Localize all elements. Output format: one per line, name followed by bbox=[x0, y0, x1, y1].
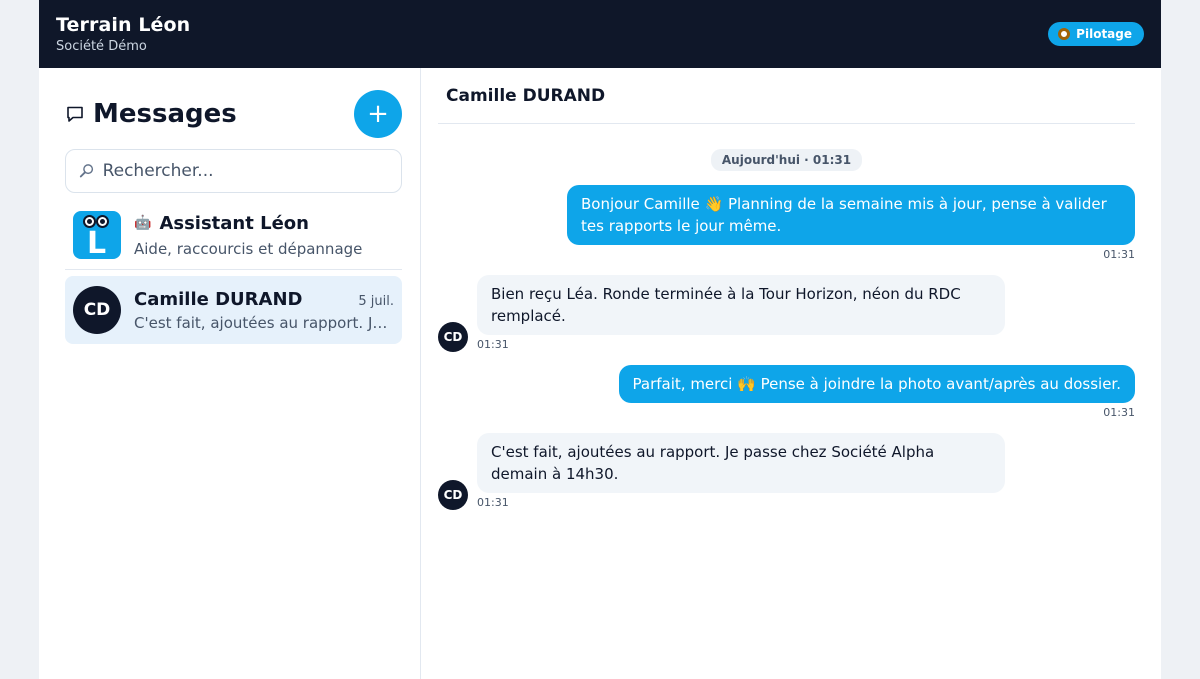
message-time: 01:31 bbox=[1103, 406, 1135, 419]
assistant-text: 🤖 Assistant Léon Aide, raccourcis et dép… bbox=[134, 213, 362, 258]
search-box[interactable] bbox=[65, 149, 402, 193]
message-bubble: C'est fait, ajoutées au rapport. Je pass… bbox=[477, 433, 1005, 493]
conversation-body: Camille DURAND 5 juil. C'est fait, ajout… bbox=[134, 289, 394, 332]
assistant-logo: L bbox=[73, 211, 121, 259]
avatar: CD bbox=[73, 286, 121, 334]
search-icon bbox=[79, 164, 94, 178]
assistant-name: Assistant Léon bbox=[159, 212, 309, 234]
chat-header: Camille DURAND bbox=[438, 68, 1135, 124]
main-area: Messages + L bbox=[39, 68, 1161, 679]
message-time: 01:31 bbox=[1103, 248, 1135, 261]
message-outgoing: Bonjour Camille 👋 Planning de la semaine… bbox=[438, 185, 1135, 261]
chat-contact-name: Camille DURAND bbox=[446, 85, 606, 106]
conversation-name: Camille DURAND bbox=[134, 288, 303, 310]
messages-sidebar: Messages + L bbox=[39, 68, 421, 679]
message-content: Bien reçu Léa. Ronde terminée à la Tour … bbox=[477, 275, 1005, 351]
message-incoming: CD Bien reçu Léa. Ronde terminée à la To… bbox=[438, 275, 1135, 352]
message-bubble: Bonjour Camille 👋 Planning de la semaine… bbox=[567, 185, 1135, 245]
message-bubble: Parfait, merci 🙌 Pense à joindre la phot… bbox=[618, 365, 1135, 403]
message-incoming: CD C'est fait, ajoutées au rapport. Je p… bbox=[438, 433, 1135, 510]
message-bubble: Bien reçu Léa. Ronde terminée à la Tour … bbox=[477, 275, 1005, 335]
chat-bubble-icon bbox=[67, 106, 83, 122]
day-separator: Aujourd'hui · 01:31 bbox=[710, 149, 863, 171]
avatar: CD bbox=[438, 322, 468, 352]
message-outgoing: Parfait, merci 🙌 Pense à joindre la phot… bbox=[438, 365, 1135, 419]
conversation-item[interactable]: CD Camille DURAND 5 juil. C'est fait, aj… bbox=[65, 276, 402, 344]
conversation-preview: C'est fait, ajoutées au rapport. Je pass… bbox=[134, 313, 394, 332]
message-content: C'est fait, ajoutées au rapport. Je pass… bbox=[477, 433, 1005, 509]
pilotage-button[interactable]: Pilotage bbox=[1048, 22, 1144, 46]
logo-letter: L bbox=[87, 226, 107, 259]
app-window: Terrain Léon Société Démo Pilotage Messa… bbox=[39, 0, 1161, 679]
pilotage-label: Pilotage bbox=[1076, 27, 1132, 41]
plus-icon: + bbox=[367, 99, 389, 129]
status-dot-icon bbox=[1058, 28, 1071, 40]
assistant-item[interactable]: L 🤖 Assistant Léon Aide, raccourcis et d… bbox=[65, 193, 402, 270]
sidebar-title: Messages bbox=[93, 99, 237, 129]
robot-icon: 🤖 bbox=[134, 215, 152, 231]
message-time: 01:31 bbox=[477, 496, 509, 509]
search-input[interactable] bbox=[102, 161, 389, 181]
assistant-name-row: 🤖 Assistant Léon bbox=[134, 213, 362, 234]
chat-panel: Camille DURAND Aujourd'hui · 01:31 Bonjo… bbox=[421, 68, 1161, 679]
conversation-top-row: Camille DURAND 5 juil. bbox=[134, 289, 394, 310]
avatar: CD bbox=[438, 480, 468, 510]
company-name: Société Démo bbox=[56, 39, 147, 54]
message-time: 01:31 bbox=[477, 338, 509, 351]
conversation-date: 5 juil. bbox=[358, 293, 394, 309]
new-message-button[interactable]: + bbox=[354, 90, 402, 138]
brand: Terrain Léon Société Démo bbox=[56, 14, 190, 54]
app-title: Terrain Léon bbox=[56, 14, 191, 36]
sidebar-title-group: Messages bbox=[65, 99, 237, 129]
sidebar-header: Messages + bbox=[65, 90, 402, 138]
top-bar: Terrain Léon Société Démo Pilotage bbox=[39, 0, 1161, 68]
assistant-description: Aide, raccourcis et dépannage bbox=[134, 239, 363, 258]
